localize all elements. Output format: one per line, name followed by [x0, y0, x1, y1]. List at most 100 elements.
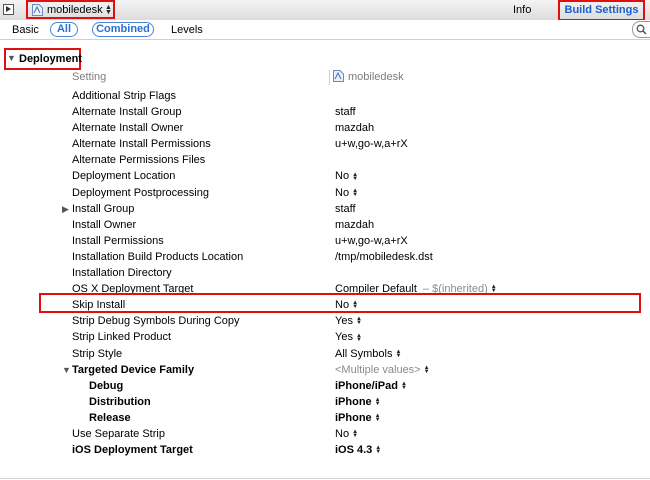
setting-value[interactable]: iOS 4.3 ▲ ▼: [335, 444, 381, 456]
stepper-icon[interactable]: ▲ ▼: [401, 381, 407, 391]
filter-basic[interactable]: Basic: [12, 24, 39, 36]
setting-value[interactable]: iPhone ▲ ▼: [335, 412, 381, 424]
setting-row-distribution[interactable]: Distribution iPhone ▲ ▼: [0, 394, 650, 410]
column-divider: [329, 70, 330, 85]
setting-name: Debug: [89, 379, 124, 392]
setting-value[interactable]: mazdah: [335, 219, 374, 231]
setting-value[interactable]: iPhone/iPad ▲ ▼: [335, 380, 407, 392]
skip-install-highlight: [39, 293, 641, 313]
navigator-toggle-icon[interactable]: [3, 4, 14, 15]
setting-value[interactable]: Yes ▲ ▼: [335, 315, 362, 327]
search-field[interactable]: [632, 21, 650, 38]
stepper-icon[interactable]: ▲ ▼: [356, 333, 362, 343]
value-text: iPhone: [335, 395, 372, 408]
disclosure-triangle-icon[interactable]: ▼: [7, 53, 16, 63]
setting-row-targeted-device-family[interactable]: ▼ Targeted Device Family <Multiple value…: [0, 362, 650, 378]
target-selector[interactable]: mobiledesk ▲ ▼: [26, 0, 115, 19]
setting-name: Alternate Install Owner: [72, 122, 184, 135]
setting-name: Deployment Location: [72, 170, 176, 183]
setting-value[interactable]: /tmp/mobiledesk.dst: [335, 251, 433, 263]
column-header-target: mobiledesk: [348, 71, 404, 83]
setting-row-additional-strip-flags[interactable]: Additional Strip Flags: [0, 88, 650, 104]
setting-row-install-group[interactable]: ▶ Install Group staff: [0, 201, 650, 217]
setting-row-deployment-location[interactable]: Deployment Location No ▲ ▼: [0, 168, 650, 184]
setting-value[interactable]: No ▲ ▼: [335, 428, 358, 440]
setting-value[interactable]: No ▲ ▼: [335, 187, 358, 199]
section-title[interactable]: Deployment: [19, 53, 82, 65]
tab-info[interactable]: Info: [513, 4, 531, 16]
setting-row-strip-linked-product[interactable]: Strip Linked Product Yes ▲ ▼: [0, 329, 650, 345]
stepper-icon[interactable]: ▲ ▼: [375, 413, 381, 423]
value-text: No: [335, 427, 350, 440]
filter-bar: Basic All Combined Levels: [0, 20, 650, 40]
setting-name: Strip Linked Product: [72, 331, 172, 344]
value-text: Yes: [335, 331, 353, 344]
setting-row-install-owner[interactable]: Install Owner mazdah: [0, 217, 650, 233]
search-icon: [636, 24, 647, 35]
setting-name: Install Group: [72, 202, 135, 215]
setting-row-install-permissions[interactable]: Install Permissions u+w,go-w,a+rX: [0, 233, 650, 249]
target-name: mobiledesk: [47, 4, 103, 16]
filter-combined[interactable]: Combined: [92, 22, 154, 37]
setting-name: Strip Debug Symbols During Copy: [72, 315, 240, 328]
disclosure-triangle-icon[interactable]: ▼: [62, 365, 71, 375]
setting-value[interactable]: u+w,go-w,a+rX: [335, 138, 408, 150]
setting-value[interactable]: No ▲ ▼: [335, 170, 358, 182]
stepper-icon[interactable]: ▲ ▼: [352, 429, 358, 439]
filter-all[interactable]: All: [50, 22, 78, 37]
setting-name: Strip Style: [72, 347, 123, 360]
setting-row-release[interactable]: Release iPhone ▲ ▼: [0, 410, 650, 426]
setting-row-alternate-permissions-files[interactable]: Alternate Permissions Files: [0, 152, 650, 168]
value-text: iOS 4.3: [335, 444, 373, 457]
setting-value[interactable]: Yes ▲ ▼: [335, 331, 362, 343]
setting-row-debug[interactable]: Debug iPhone/iPad ▲ ▼: [0, 378, 650, 394]
divider: [0, 478, 650, 479]
setting-name: Targeted Device Family: [72, 363, 195, 376]
setting-value[interactable]: All Symbols ▲ ▼: [335, 348, 401, 360]
value-text: No: [335, 186, 350, 199]
setting-row-alternate-install-permissions[interactable]: Alternate Install Permissions u+w,go-w,a…: [0, 136, 650, 152]
setting-value[interactable]: staff: [335, 203, 356, 215]
stepper-icon[interactable]: ▲ ▼: [375, 397, 381, 407]
stepper-icon[interactable]: ▲ ▼: [356, 316, 362, 326]
chevron-updown-icon: ▲ ▼: [105, 4, 112, 16]
setting-row-ios-deployment-target[interactable]: iOS Deployment Target iOS 4.3 ▲ ▼: [0, 442, 650, 458]
value-text: All Symbols: [335, 347, 393, 360]
toolbar: mobiledesk ▲ ▼ Info Build Settings: [0, 0, 650, 21]
setting-row-deployment-postprocessing[interactable]: Deployment Postprocessing No ▲ ▼: [0, 185, 650, 201]
disclosure-triangle-icon[interactable]: ▶: [62, 204, 69, 215]
setting-name: Distribution: [89, 395, 151, 408]
project-file-icon: [32, 4, 43, 16]
setting-row-strip-debug-symbols[interactable]: Strip Debug Symbols During Copy Yes ▲ ▼: [0, 313, 650, 329]
setting-value[interactable]: <Multiple values> ▲ ▼: [335, 364, 430, 376]
setting-row-alternate-install-group[interactable]: Alternate Install Group staff: [0, 104, 650, 120]
setting-name: Additional Strip Flags: [72, 90, 176, 102]
stepper-icon[interactable]: ▲ ▼: [352, 172, 358, 182]
setting-name: Alternate Permissions Files: [72, 154, 206, 167]
project-file-icon: [333, 70, 344, 82]
setting-row-use-separate-strip[interactable]: Use Separate Strip No ▲ ▼: [0, 426, 650, 442]
stepper-icon[interactable]: ▲ ▼: [375, 445, 381, 455]
setting-row-installation-directory[interactable]: Installation Directory: [0, 265, 650, 281]
tab-build-settings[interactable]: Build Settings: [558, 0, 645, 21]
setting-name: Alternate Install Permissions: [72, 138, 211, 151]
value-text: iPhone: [335, 411, 372, 424]
setting-name: Installation Directory: [72, 267, 172, 280]
setting-name: Alternate Install Group: [72, 106, 182, 119]
setting-value[interactable]: staff: [335, 106, 356, 118]
setting-value[interactable]: mazdah: [335, 122, 374, 134]
setting-name: Use Separate Strip: [72, 427, 165, 440]
setting-name: Installation Build Products Location: [72, 250, 244, 263]
column-header-setting: Setting: [72, 71, 107, 83]
stepper-icon[interactable]: ▲ ▼: [395, 349, 401, 359]
setting-row-strip-style[interactable]: Strip Style All Symbols ▲ ▼: [0, 346, 650, 362]
setting-value[interactable]: u+w,go-w,a+rX: [335, 235, 408, 247]
stepper-icon[interactable]: ▲ ▼: [424, 365, 430, 375]
setting-row-alternate-install-owner[interactable]: Alternate Install Owner mazdah: [0, 120, 650, 136]
stepper-icon[interactable]: ▲ ▼: [352, 188, 358, 198]
setting-name: Install Permissions: [72, 234, 164, 247]
filter-levels[interactable]: Levels: [171, 24, 203, 36]
settings-table: Additional Strip Flags Alternate Install…: [0, 88, 650, 458]
setting-value[interactable]: iPhone ▲ ▼: [335, 396, 381, 408]
setting-row-installation-build-products-location[interactable]: Installation Build Products Location /tm…: [0, 249, 650, 265]
